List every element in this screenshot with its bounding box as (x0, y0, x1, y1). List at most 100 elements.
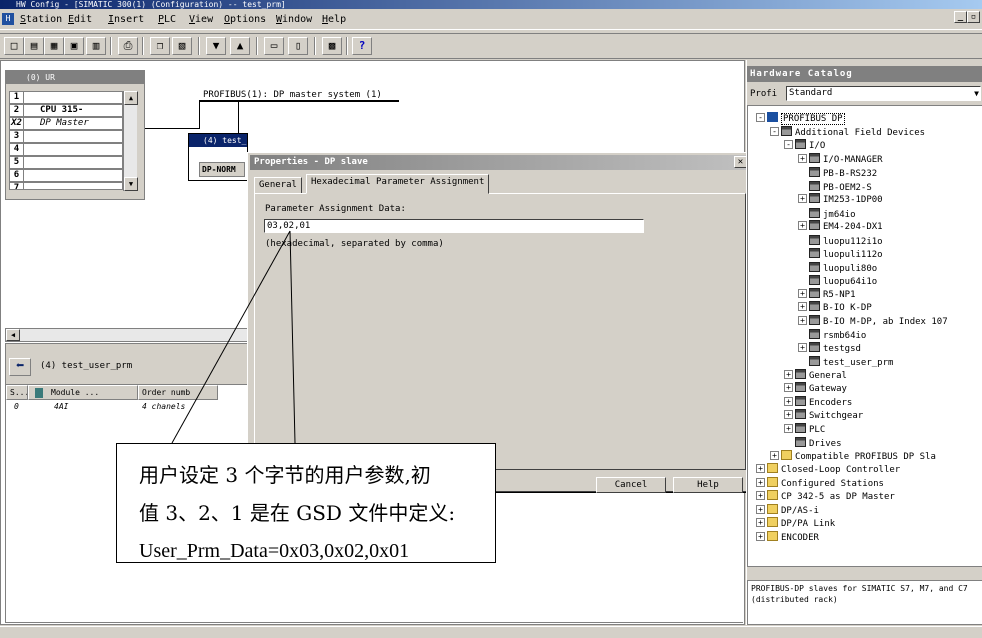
rack-slot-row[interactable]: 4 (9, 143, 123, 156)
catalog-tree[interactable]: - PROFIBUS DP - Additional Field Devices - I/… (747, 105, 982, 567)
scroll-left-icon[interactable]: ◀ (6, 329, 20, 341)
tree-item[interactable]: Drives (784, 436, 842, 449)
tree-item[interactable]: - PROFIBUS DP (756, 112, 845, 125)
menu-window[interactable]: Window (276, 14, 312, 25)
cancel-button[interactable]: Cancel (596, 477, 666, 493)
mdi-restore-icon[interactable]: ▫ (967, 11, 980, 23)
menu-edit[interactable]: Edit (68, 14, 92, 25)
paste-icon[interactable]: ▧ (172, 37, 192, 55)
open-icon[interactable]: ▤ (24, 37, 44, 55)
rack-slot-row[interactable]: 1 (9, 91, 123, 104)
tree-item[interactable]: test_user_prm (798, 355, 893, 368)
tree-item[interactable]: PB-B-RS232 (798, 166, 877, 179)
tree-item[interactable]: + R5-NP1 (798, 287, 856, 301)
catalog-icon[interactable]: ▭ (264, 37, 284, 55)
rack-slot-row[interactable]: 2 CPU 315- (9, 104, 123, 117)
expand-icon[interactable]: + (798, 153, 807, 163)
tree-item[interactable]: luopuli80o (798, 261, 877, 274)
tree-item[interactable]: luopu64i1o (798, 274, 877, 287)
expand-icon[interactable]: + (798, 315, 807, 325)
rack-window[interactable]: (0) UR 1 2 CPU 315- X2 DP Master 3 4 5 6 7… (5, 70, 145, 200)
tab-general[interactable]: General (254, 177, 302, 194)
rack-scrollbar[interactable]: ▲ ▼ (123, 91, 138, 191)
collapse-icon[interactable]: - (756, 113, 765, 122)
menu-station[interactable]: Station (20, 14, 62, 25)
detail-cell-module[interactable]: 4AI (54, 401, 134, 413)
expand-icon[interactable]: + (784, 369, 793, 379)
expand-icon[interactable]: + (784, 383, 793, 392)
tree-item[interactable]: + Configured Stations (756, 476, 884, 490)
expand-icon[interactable]: + (798, 288, 807, 298)
tree-item[interactable]: luopuli112o (798, 247, 883, 260)
scroll-up-icon[interactable]: ▲ (124, 91, 138, 105)
expand-icon[interactable]: + (784, 423, 793, 433)
copy-icon[interactable]: ❐ (150, 37, 170, 55)
compile-icon[interactable]: ▥ (86, 37, 106, 55)
tree-item[interactable]: + Encoders (784, 395, 852, 409)
rack-slot-row[interactable]: 3 (9, 130, 123, 143)
expand-icon[interactable]: + (798, 194, 807, 203)
tree-item[interactable]: + B-IO K-DP (798, 301, 872, 314)
tree-item[interactable]: + testgsd (798, 341, 861, 355)
tree-item[interactable]: + EM4-204-DX1 (798, 220, 883, 233)
param-data-input[interactable]: 03,02,01 (264, 219, 644, 233)
expand-icon[interactable]: + (756, 491, 765, 500)
tree-item[interactable]: - Additional Field Devices (770, 125, 925, 139)
expand-icon[interactable]: + (784, 396, 793, 406)
col-slot[interactable]: S... (6, 385, 28, 400)
tree-item[interactable]: jm64io (798, 207, 856, 220)
tree-item[interactable]: + Switchgear (784, 409, 863, 422)
tree-item[interactable]: + CP 342-5 as DP Master (756, 490, 895, 503)
rack-slot-row[interactable]: X2 DP Master (9, 117, 123, 130)
expand-icon[interactable]: + (756, 518, 765, 527)
tree-item[interactable]: + DP/PA Link (756, 517, 835, 530)
tree-item[interactable]: + Compatible PROFIBUS DP Sla (770, 449, 936, 463)
collapse-icon[interactable]: - (770, 126, 779, 136)
expand-icon[interactable]: + (784, 410, 793, 419)
save-icon[interactable]: ▣ (64, 37, 84, 55)
tree-item[interactable]: + Gateway (784, 382, 847, 395)
menu-plc[interactable]: PLC (158, 14, 176, 25)
expand-icon[interactable]: + (756, 504, 765, 514)
help-icon[interactable]: ? (352, 37, 372, 55)
expand-icon[interactable]: + (756, 477, 765, 487)
overview-icon[interactable]: ▯ (288, 37, 308, 55)
rack-slot-row[interactable]: 6 (9, 169, 123, 182)
tree-item[interactable]: + ENCODER (756, 530, 819, 544)
help-button[interactable]: Help (673, 477, 743, 493)
tree-item[interactable]: + IM253-1DP00 (798, 193, 883, 206)
profile-select[interactable]: Standard ▼ (786, 86, 981, 101)
tree-item[interactable]: + Closed-Loop Controller (756, 463, 900, 476)
tree-item[interactable]: - I/O (784, 139, 825, 152)
tab-hex-parameter-assignment[interactable]: Hexadecimal Parameter Assignment (306, 174, 490, 194)
expand-icon[interactable]: + (798, 302, 807, 311)
menu-options[interactable]: Options (224, 14, 266, 25)
tree-item[interactable]: rsmb64io (798, 328, 866, 341)
menu-view[interactable]: View (189, 14, 213, 25)
chevron-down-icon[interactable]: ▼ (974, 87, 979, 100)
tree-item[interactable]: + General (784, 368, 847, 382)
download-icon[interactable]: ▼ (206, 37, 226, 55)
dp-slave-box[interactable]: (4) test_ DP-NORM (188, 133, 248, 181)
menu-help[interactable]: Help (322, 14, 346, 25)
tree-item[interactable]: + B-IO M-DP, ab Index 107 (798, 314, 948, 328)
back-arrow-icon[interactable]: ⬅ (9, 358, 31, 376)
col-module[interactable]: Module ... (28, 385, 138, 400)
detail-cell-slot[interactable]: 0 (14, 401, 26, 413)
app-icon[interactable]: H (2, 13, 14, 25)
tree-item[interactable]: + PLC (784, 422, 825, 436)
expand-icon[interactable]: + (798, 342, 807, 352)
station-icon[interactable]: ▦ (44, 37, 64, 55)
tree-item[interactable]: + DP/AS-i (756, 503, 819, 517)
collapse-icon[interactable]: - (784, 140, 793, 149)
network-icon[interactable]: ▩ (322, 37, 342, 55)
expand-icon[interactable]: + (756, 531, 765, 541)
mdi-minimize-icon[interactable]: _ (954, 11, 967, 23)
tree-item[interactable]: luopu112i1o (798, 234, 883, 247)
expand-icon[interactable]: + (756, 464, 765, 473)
print-icon[interactable]: ⎙ (118, 37, 138, 55)
rack-slot-row[interactable]: 5 (9, 156, 123, 169)
new-icon[interactable]: □ (4, 37, 24, 55)
rack-slot-row[interactable]: 7 (9, 182, 123, 190)
tree-item[interactable]: PB-OEM2-S (798, 180, 872, 193)
